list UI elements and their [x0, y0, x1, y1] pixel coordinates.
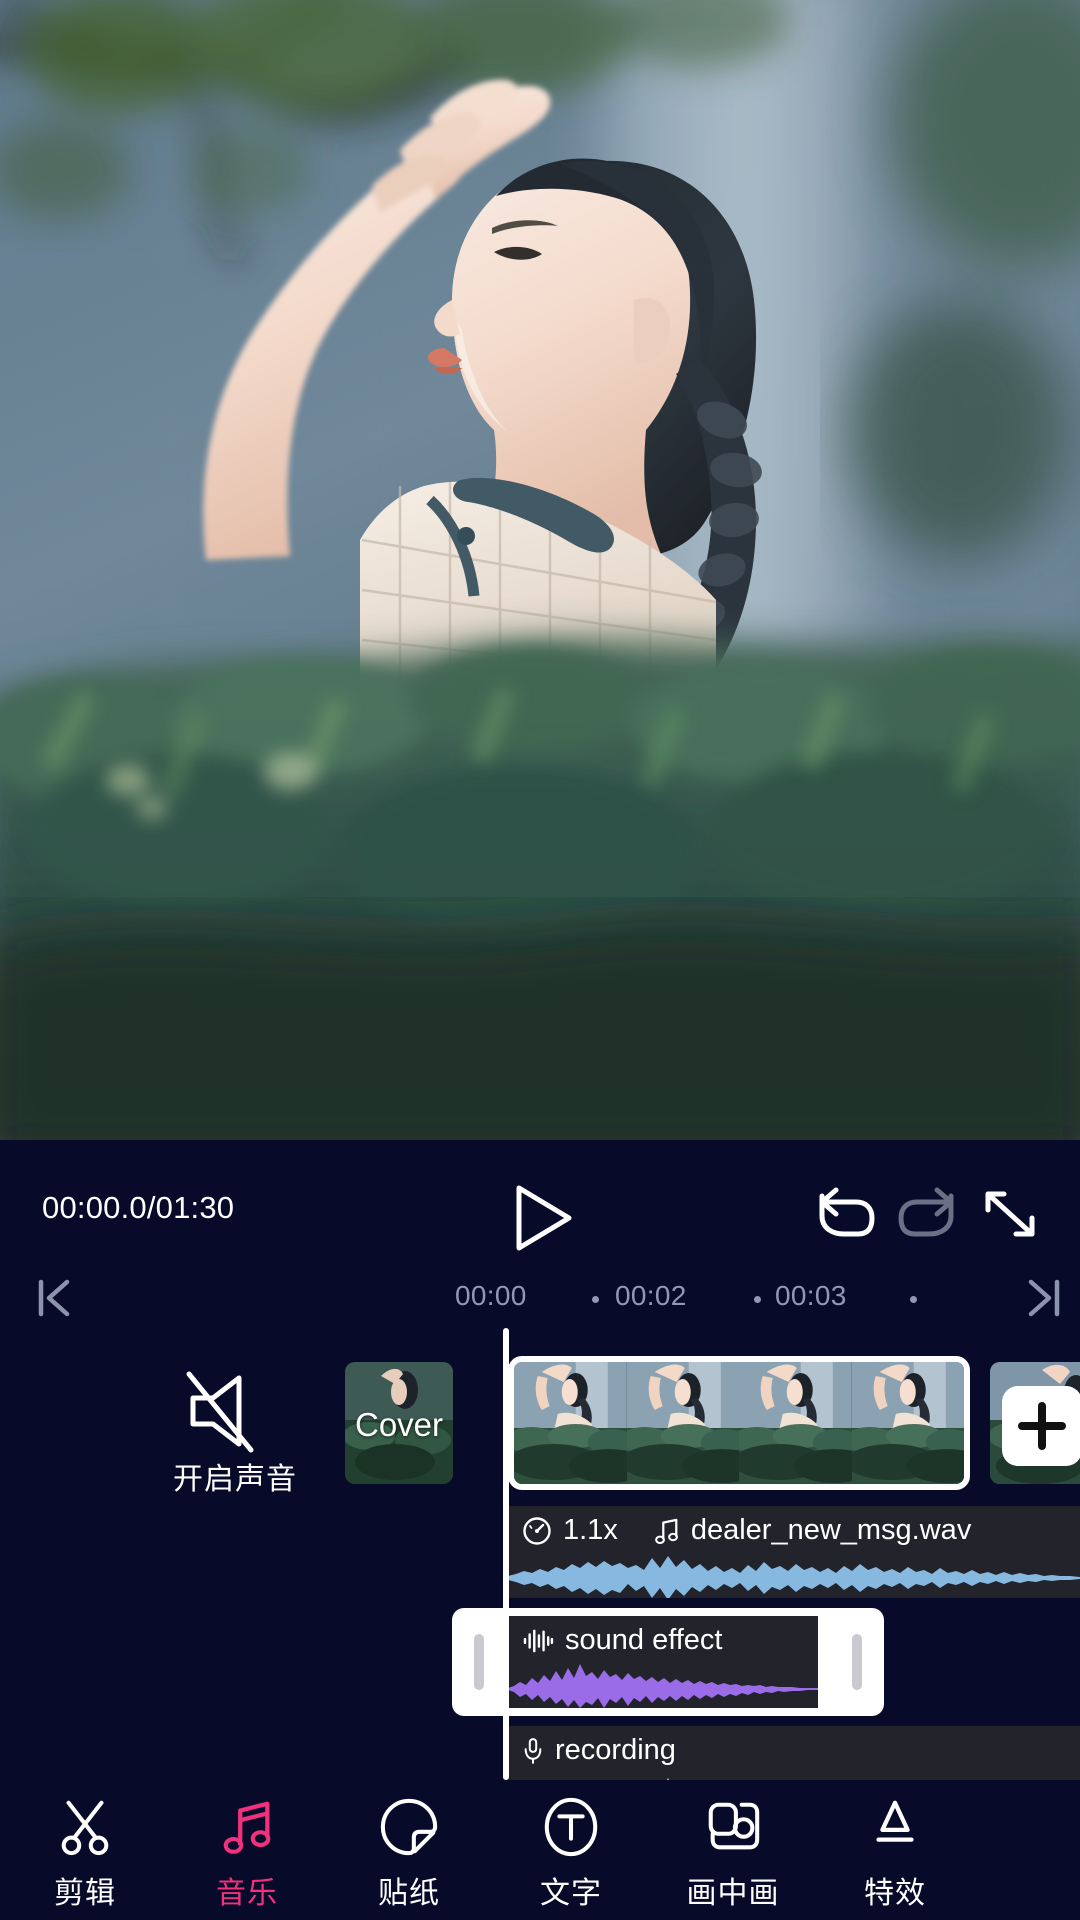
sound-effect-title: sound effect: [565, 1624, 723, 1656]
ruler-tick-1: 00:02: [615, 1280, 687, 1311]
timeline-tracks[interactable]: 开启声音 Cover 1.1x dealer_new_msg.wav sound…: [0, 1338, 1080, 1780]
sound-wave-icon: [523, 1629, 554, 1652]
nav-item-sticker[interactable]: 贴纸: [324, 1796, 494, 1916]
sound-effect-track-clip[interactable]: sound effect: [508, 1616, 818, 1708]
sticker-icon: [324, 1796, 494, 1858]
cover-label: Cover: [354, 1406, 444, 1443]
video-editor-app: 00:00.0/01:30 00:00 00:02 00:03 开启声音 Cov…: [0, 0, 1080, 1920]
plus-icon: [1018, 1402, 1066, 1450]
recording-track-clip[interactable]: recording: [508, 1726, 1080, 1780]
ruler-tick-0: 00:00: [455, 1280, 527, 1311]
ruler-dot-2: [910, 1296, 917, 1303]
recording-track-header: recording: [522, 1734, 676, 1767]
nav-item-text[interactable]: 文字: [486, 1796, 656, 1916]
timeline-ruler[interactable]: 00:00 00:02 00:03: [0, 1254, 1080, 1338]
cover-clip[interactable]: Cover: [345, 1362, 453, 1484]
fullscreen-button[interactable]: [978, 1184, 1042, 1244]
add-clip-button[interactable]: [1002, 1386, 1080, 1466]
trim-handle-right[interactable]: [852, 1634, 862, 1690]
skip-to-start-button[interactable]: [34, 1276, 76, 1320]
nav-label-edit: 剪辑: [54, 1877, 116, 1910]
skip-to-end-button[interactable]: [1022, 1276, 1064, 1320]
fullscreen-icon: [985, 1191, 1035, 1237]
nav-label-pip: 画中画: [686, 1877, 780, 1910]
playback-control-bar: 00:00.0/01:30: [0, 1140, 1080, 1254]
nav-item-music[interactable]: 音乐: [162, 1796, 332, 1916]
nav-label-sticker: 贴纸: [378, 1877, 440, 1910]
ruler-tick-2: 00:03: [775, 1280, 847, 1311]
microphone-icon: [524, 1737, 542, 1764]
speedometer-icon: [523, 1516, 551, 1545]
ruler-dot-1: [754, 1296, 761, 1303]
video-frame: [626, 1362, 739, 1484]
recording-title: recording: [555, 1734, 676, 1766]
timecode-display: 00:00.0/01:30: [42, 1190, 235, 1225]
speaker-muted-icon: [186, 1371, 254, 1453]
nav-item-pip[interactable]: 画中画: [648, 1796, 818, 1916]
video-preview[interactable]: [0, 0, 1080, 1140]
music-speed-label: 1.1x: [563, 1514, 618, 1546]
ruler-dot-0: [592, 1296, 599, 1303]
nav-label-effects: 特效: [864, 1877, 926, 1910]
skip-to-start-icon: [38, 1279, 70, 1317]
video-frame: [514, 1362, 627, 1484]
music-note-icon: [162, 1796, 332, 1858]
music-track-clip[interactable]: 1.1x dealer_new_msg.wav: [508, 1506, 1080, 1598]
sound-effect-waveform: [508, 1658, 818, 1708]
sound-effect-track-header: sound effect: [522, 1624, 722, 1657]
music-track-title: dealer_new_msg.wav: [690, 1514, 972, 1546]
redo-icon: [898, 1187, 954, 1237]
music-waveform: [508, 1548, 1080, 1598]
recording-waveform: [508, 1768, 1080, 1780]
preview-image: [0, 0, 1080, 1140]
nav-item-edit[interactable]: 剪辑: [0, 1796, 170, 1916]
video-frame: [851, 1362, 964, 1484]
undo-button[interactable]: [810, 1184, 878, 1244]
music-note-icon: [654, 1518, 678, 1544]
play-icon: [516, 1185, 572, 1251]
skip-to-end-icon: [1028, 1279, 1060, 1317]
trim-handle-left[interactable]: [474, 1634, 484, 1690]
nav-item-effects[interactable]: 特效: [810, 1796, 980, 1916]
redo-button[interactable]: [895, 1184, 963, 1244]
music-track-header: 1.1x dealer_new_msg.wav: [522, 1514, 971, 1547]
play-button[interactable]: [495, 1178, 585, 1258]
effects-icon: [810, 1796, 980, 1858]
video-clip-frames: [514, 1362, 964, 1484]
text-circle-icon: [486, 1796, 656, 1858]
picture-in-picture-icon: [648, 1796, 818, 1858]
video-frame: [739, 1362, 852, 1484]
enable-sound-button[interactable]: 开启声音: [173, 1366, 296, 1496]
bottom-navigation: 剪辑 音乐 贴纸 文字 画中画 特效: [0, 1780, 1080, 1920]
video-clip[interactable]: [508, 1356, 970, 1490]
scissors-icon: [0, 1796, 170, 1858]
nav-label-text: 文字: [540, 1877, 602, 1910]
nav-label-music: 音乐: [216, 1877, 278, 1910]
undo-icon: [819, 1187, 875, 1237]
playhead[interactable]: [503, 1328, 509, 1780]
enable-sound-label: 开启声音: [173, 1463, 297, 1496]
